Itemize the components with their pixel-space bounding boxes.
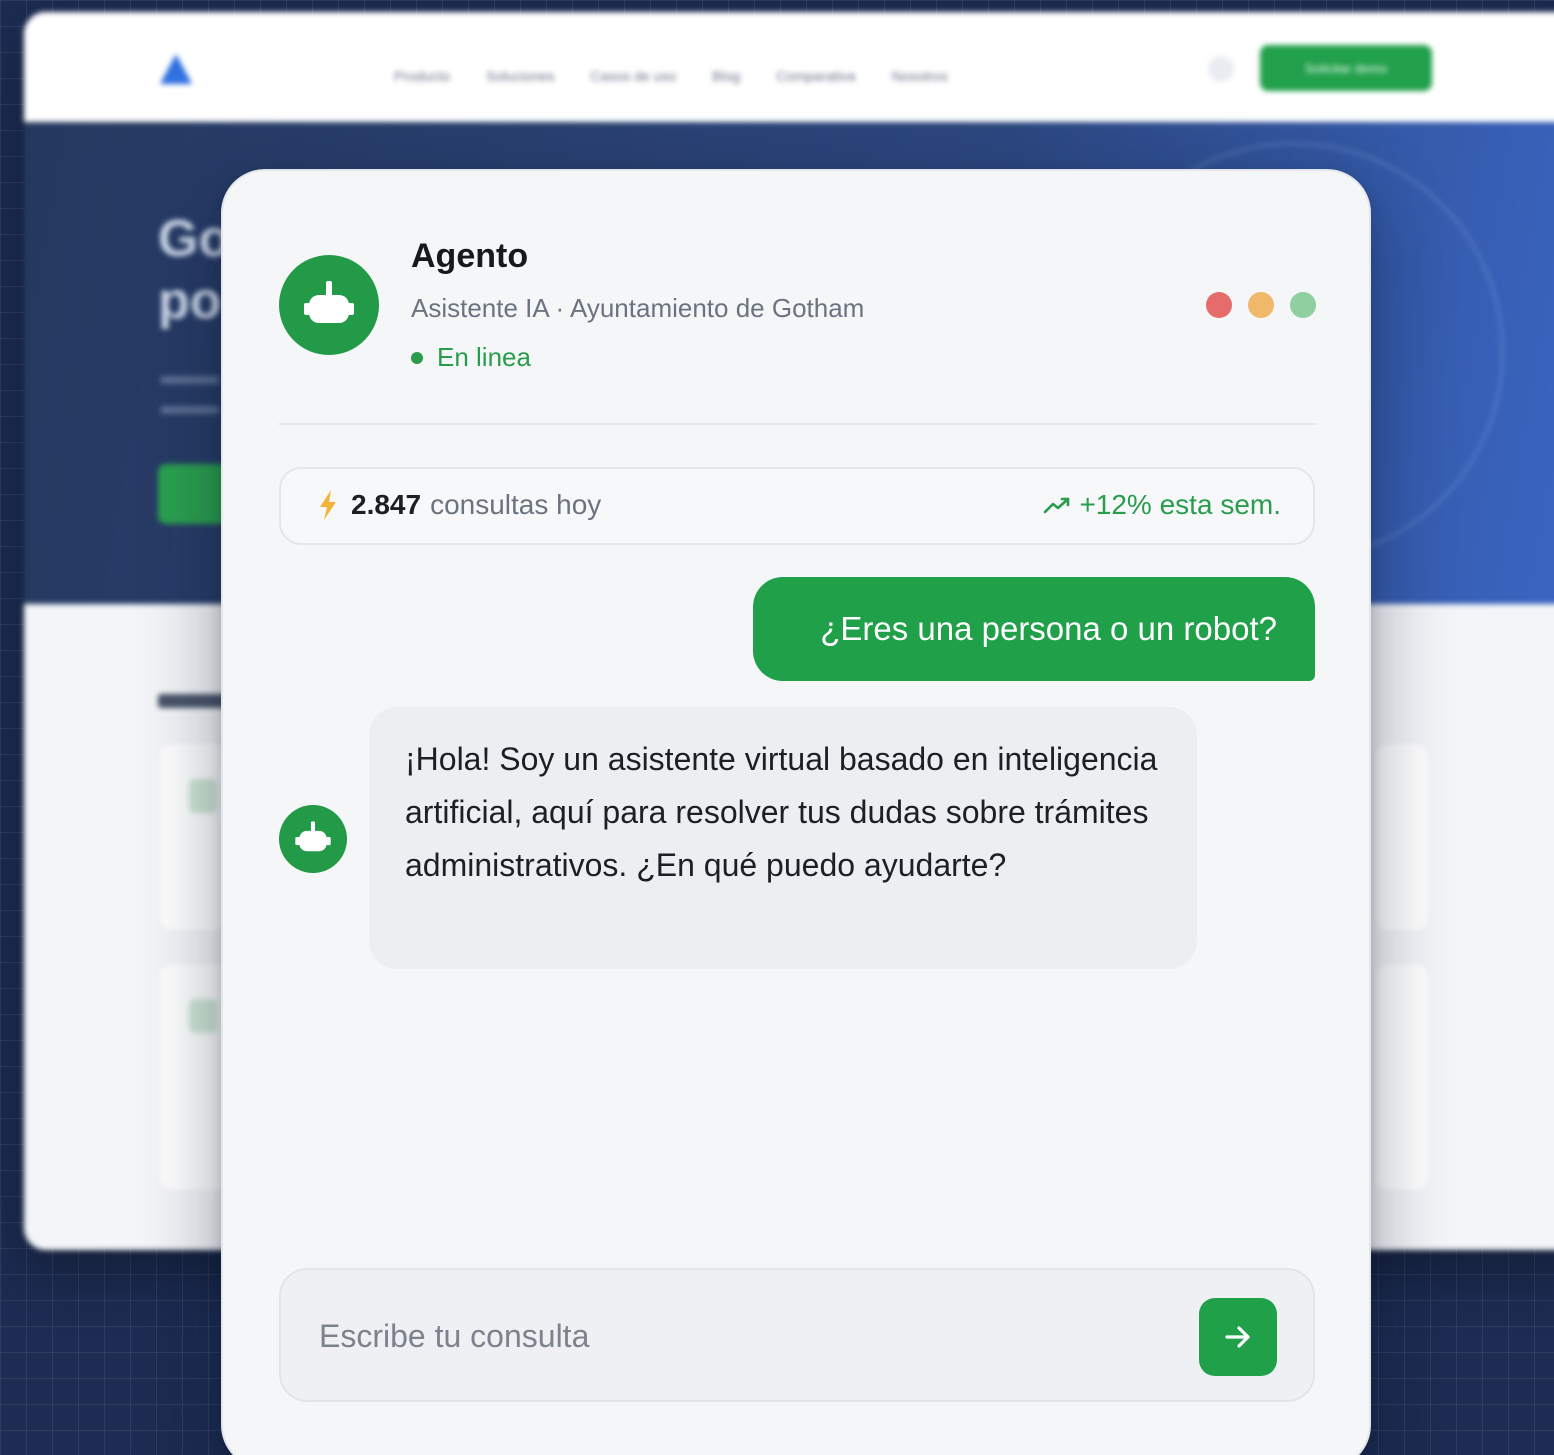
search-icon bbox=[1208, 56, 1234, 82]
background-nav-links: Producto Soluciones Casos de uso Blog Co… bbox=[394, 68, 948, 84]
card-icon bbox=[189, 779, 217, 813]
robot-icon bbox=[295, 821, 331, 852]
user-message-text: ¿Eres una persona o un robot? bbox=[820, 610, 1277, 647]
message-input[interactable] bbox=[319, 1310, 1159, 1362]
minimize-dot-icon[interactable] bbox=[1248, 292, 1274, 318]
queries-count: 2.847 bbox=[351, 489, 422, 520]
close-dot-icon[interactable] bbox=[1206, 292, 1232, 318]
trend-label: +12% esta sem. bbox=[1079, 489, 1281, 520]
nav-link: Nosotros bbox=[891, 68, 948, 84]
status-label: En linea bbox=[437, 342, 531, 372]
weekly-trend: +12% esta sem. bbox=[1043, 489, 1281, 521]
hero-title-line: po bbox=[158, 272, 222, 330]
hero-title: Go po bbox=[158, 208, 230, 332]
feature-card bbox=[1374, 742, 1430, 932]
hero-text-line bbox=[160, 376, 220, 384]
bot-message: ¡Hola! Soy un asistente virtual basado e… bbox=[369, 707, 1197, 969]
maximize-dot-icon[interactable] bbox=[1290, 292, 1316, 318]
send-button[interactable] bbox=[1199, 1298, 1277, 1376]
status-indicator: En linea bbox=[411, 342, 531, 373]
arrow-right-icon bbox=[1225, 1326, 1250, 1348]
online-dot-icon bbox=[411, 351, 423, 364]
nav-link: Comparativa bbox=[776, 68, 856, 84]
bot-avatar bbox=[279, 805, 347, 873]
nav-link: Casos de uso bbox=[590, 68, 677, 84]
agent-avatar bbox=[279, 255, 379, 355]
robot-icon bbox=[304, 281, 354, 323]
window-controls bbox=[1206, 292, 1316, 318]
hero-title-line: Go bbox=[158, 210, 231, 268]
card-icon bbox=[189, 999, 217, 1033]
agent-name: Agento bbox=[411, 237, 529, 275]
user-message: ¿Eres una persona o un robot? bbox=[753, 577, 1315, 681]
background-navbar: Producto Soluciones Casos de uso Blog Co… bbox=[24, 12, 1554, 122]
agent-subtitle: Asistente IA · Ayuntamiento de Gotham bbox=[411, 293, 865, 323]
nav-link: Blog bbox=[712, 68, 741, 84]
queries-today: 2.847 consultas hoy bbox=[317, 489, 601, 521]
demo-button: Solicitar demo bbox=[1260, 45, 1432, 91]
bot-message-text: ¡Hola! Soy un asistente virtual basado e… bbox=[405, 741, 1158, 883]
nav-link: Soluciones bbox=[486, 68, 555, 84]
nav-link: Producto bbox=[394, 68, 451, 84]
stats-bar: 2.847 consultas hoy +12% esta sem. bbox=[279, 467, 1315, 545]
trend-up-icon bbox=[1044, 497, 1070, 514]
chat-widget: Agento Asistente IA · Ayuntamiento de Go… bbox=[221, 169, 1371, 1455]
header-divider bbox=[279, 423, 1315, 425]
hero-text-line bbox=[160, 406, 220, 414]
feature-card bbox=[158, 742, 228, 932]
message-composer bbox=[279, 1268, 1315, 1402]
queries-label: consultas hoy bbox=[430, 489, 602, 520]
brand-logo-icon bbox=[160, 54, 192, 84]
feature-card bbox=[1374, 962, 1430, 1192]
lightning-icon bbox=[320, 490, 336, 520]
feature-card bbox=[158, 962, 228, 1192]
